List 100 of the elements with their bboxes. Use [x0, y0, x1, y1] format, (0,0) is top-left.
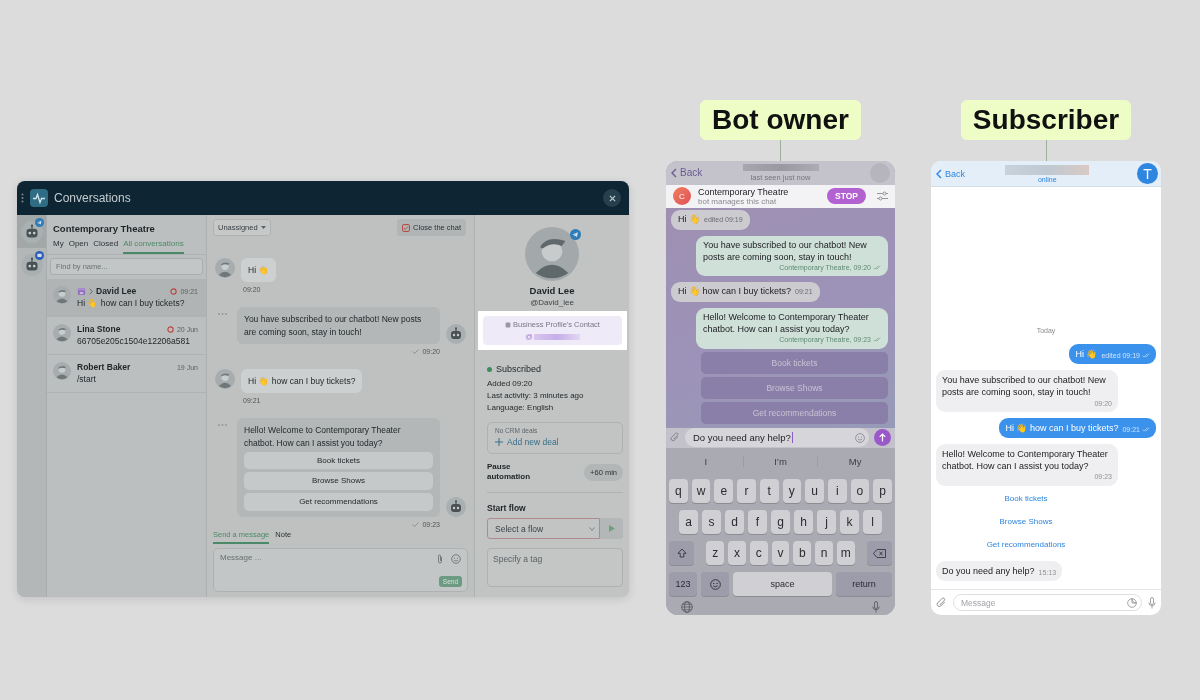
inline-button[interactable]: Browse Shows [999, 516, 1053, 526]
key[interactable]: l [863, 510, 882, 534]
text-caret [791, 432, 793, 444]
user-avatar-icon [53, 362, 71, 380]
inline-button[interactable]: Get recommendations [986, 539, 1066, 549]
key[interactable]: j [817, 510, 836, 534]
plus-icon [495, 438, 503, 446]
key[interactable]: a [679, 510, 698, 534]
backspace-key[interactable] [866, 541, 893, 565]
flow-select[interactable]: Select a flow [487, 518, 600, 539]
double-check-icon [873, 265, 881, 271]
key[interactable]: b [793, 541, 812, 565]
double-check-icon [873, 337, 881, 343]
key[interactable]: w [691, 479, 711, 503]
key[interactable]: return [836, 572, 892, 596]
paperclip-icon[interactable] [670, 432, 680, 444]
globe-icon[interactable] [681, 601, 693, 613]
close-icon [608, 194, 616, 202]
key[interactable]: t [759, 479, 779, 503]
key[interactable]: q [669, 479, 688, 503]
key[interactable]: c [749, 541, 768, 565]
shift-key[interactable] [669, 541, 695, 565]
play-icon [608, 525, 615, 532]
backspace-icon [872, 548, 886, 558]
user-avatar-icon [53, 286, 71, 304]
key[interactable]: k [840, 510, 859, 534]
inline-button[interactable]: Book tickets [1004, 493, 1048, 503]
key[interactable]: e [714, 479, 734, 503]
key[interactable]: h [794, 510, 813, 534]
quick-reply-button[interactable]: Book tickets [244, 451, 433, 470]
key[interactable]: p [873, 479, 892, 503]
account-button[interactable] [17, 215, 46, 248]
message-preview: 66705e205c1504e12206a581 [77, 336, 191, 346]
key[interactable]: o [850, 479, 870, 503]
message-text: Hi 👋 how can I buy tickets? [1005, 422, 1119, 435]
status-dot-icon [487, 366, 492, 372]
filter-tab[interactable]: Open [68, 237, 89, 254]
key[interactable]: u [805, 479, 824, 503]
close-button[interactable] [603, 189, 621, 207]
filter-tab[interactable]: Closed [93, 237, 119, 254]
key[interactable]: s [702, 510, 721, 534]
emoji-icon [709, 578, 721, 590]
user-avatar-icon [215, 368, 235, 389]
sliders-icon[interactable] [877, 191, 888, 202]
contact-detail: Last activity: 3 minutes ago [487, 390, 585, 402]
key[interactable]: r [737, 479, 756, 503]
shift-icon [676, 548, 687, 558]
drag-handle-icon[interactable] [21, 193, 24, 203]
message-text: Hi 👋 [1075, 348, 1098, 361]
key[interactable]: m [836, 541, 855, 565]
key[interactable]: n [815, 541, 833, 565]
back-button[interactable]: Back [671, 167, 731, 179]
microphone-icon[interactable] [872, 601, 880, 613]
contact-detail: Added 09:20 [487, 378, 534, 390]
microphone-icon[interactable] [1148, 596, 1156, 609]
user-avatar-icon [215, 258, 235, 278]
key[interactable]: f [748, 510, 767, 534]
word-suggestion[interactable]: I [669, 455, 744, 467]
message-bubble: Hi 👋 how can I buy tickets? [241, 368, 363, 394]
key[interactable]: g [771, 510, 790, 534]
chevron-down-icon [589, 526, 595, 531]
key[interactable]: v [771, 541, 790, 565]
paperclip-icon[interactable] [437, 553, 443, 564]
pulse-logo-icon [30, 189, 48, 207]
send-button[interactable] [874, 429, 891, 447]
message-preview: Hi 👋 how can I buy tickets? [77, 298, 186, 308]
telegram-icon [35, 218, 44, 227]
message-field[interactable]: Message [953, 594, 1142, 611]
key[interactable]: z [706, 541, 725, 565]
message-text: Hi 👋 [678, 214, 700, 225]
chat-badge-icon [35, 251, 44, 260]
emoji-icon[interactable] [855, 432, 865, 443]
key[interactable]: 123 [669, 572, 697, 596]
bot-subtitle: bot manages this chat [698, 196, 778, 206]
sticker-icon[interactable] [1127, 597, 1137, 608]
filter-tab[interactable]: My [53, 237, 64, 254]
quick-reply-button[interactable]: Get recommendations [244, 493, 433, 511]
check-icon [412, 521, 420, 527]
quick-reply-button[interactable]: Browse Shows [244, 472, 433, 491]
key[interactable]: x [728, 541, 746, 565]
key[interactable]: i [827, 479, 847, 503]
emoji-key[interactable] [701, 572, 729, 596]
paperclip-icon[interactable] [936, 596, 947, 609]
message-input[interactable]: Do you need any help? [685, 428, 869, 448]
message-preview: /start [77, 374, 97, 384]
blurred-username [533, 333, 580, 340]
word-suggestion[interactable]: I’m [743, 455, 819, 467]
stop-button[interactable]: STOP [827, 188, 866, 205]
word-suggestion[interactable]: My [818, 455, 892, 467]
key[interactable]: y [782, 479, 802, 503]
key[interactable]: d [725, 510, 744, 534]
tag-field[interactable]: Specify a tag [487, 548, 623, 587]
start-flow-button[interactable] [600, 518, 623, 539]
message-bubble: You have subscribed to our chatbot! New posts are coming soon, stay in touch! [237, 307, 440, 344]
bot-avatar-icon [446, 323, 466, 344]
double-check-icon [1142, 427, 1150, 433]
contact-name: David Lee [528, 285, 576, 296]
space-key[interactable]: space [733, 572, 832, 596]
message-text: Hello! Welcome to Contemporary Theater chatbot. How can I assist you today? [942, 448, 1109, 473]
emoji-icon[interactable] [451, 553, 461, 564]
